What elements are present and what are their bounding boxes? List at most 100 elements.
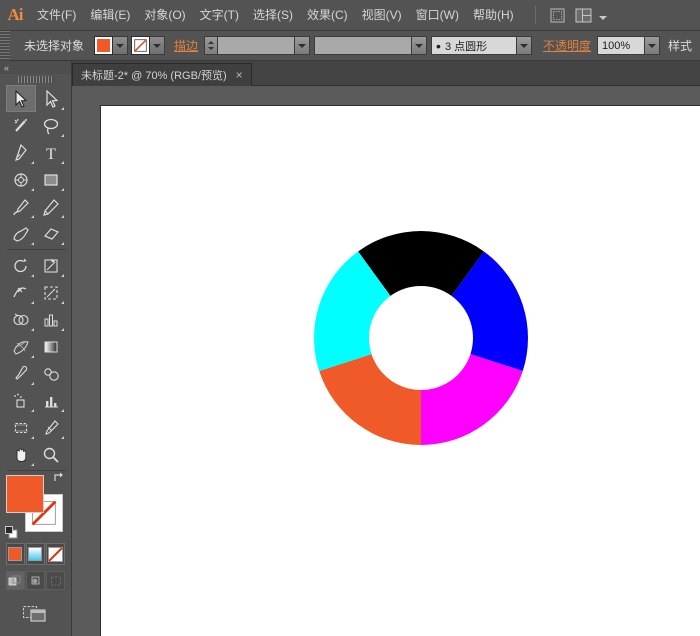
tool-group-indicator — [60, 328, 64, 331]
menu-effect[interactable]: 效果(C) — [300, 0, 355, 31]
canvas-area[interactable] — [72, 86, 700, 636]
menu-object[interactable]: 对象(O) — [137, 0, 192, 31]
slice-tool[interactable] — [36, 414, 66, 441]
tool-group-indicator — [60, 436, 64, 439]
blend-tool[interactable] — [36, 360, 66, 387]
stroke-control[interactable] — [131, 36, 166, 55]
menu-type[interactable]: 文字(T) — [193, 0, 246, 31]
workspace-switcher-icon[interactable] — [573, 5, 595, 25]
shape-builder-tool[interactable] — [6, 306, 36, 333]
eraser-tool[interactable] — [36, 220, 66, 247]
brush-definition-input[interactable] — [314, 36, 413, 55]
line-segment-tool[interactable] — [6, 166, 36, 193]
document-tab[interactable]: 未标题-2* @ 70% (RGB/预览) × — [72, 63, 252, 86]
caret-down-icon — [208, 47, 215, 51]
width-tool[interactable] — [6, 279, 36, 306]
tools-panel-collapse-button[interactable]: « — [0, 61, 71, 74]
magic-wand-tool[interactable] — [6, 112, 36, 139]
pen-tool[interactable] — [6, 139, 36, 166]
default-fill-stroke-icon[interactable] — [4, 526, 18, 539]
stroke-weight-stepper[interactable] — [204, 36, 218, 55]
tool-group-indicator — [30, 382, 34, 385]
chevron-down-icon[interactable] — [598, 15, 607, 20]
artboard-tool[interactable] — [6, 414, 36, 441]
direct-selection-tool[interactable] — [36, 85, 66, 112]
stroke-dropdown-button[interactable] — [150, 36, 166, 55]
tools-panel-grip[interactable] — [0, 74, 71, 85]
menu-file[interactable]: 文件(F) — [30, 0, 83, 31]
color-mode-none[interactable] — [46, 543, 66, 565]
width-profile-input[interactable]: • 3 点圆形 — [431, 36, 518, 55]
menu-view[interactable]: 视图(V) — [355, 0, 409, 31]
tool-group-indicator — [60, 161, 64, 164]
selection-tool[interactable] — [5, 85, 36, 112]
bridge-icon[interactable] — [547, 5, 569, 25]
illustrator-window: Ai 文件(F) 编辑(E) 对象(O) 文字(T) 选择(S) 效果(C) 视… — [0, 0, 700, 636]
no-color-icon — [134, 39, 147, 52]
chevron-down-icon — [116, 43, 125, 48]
rotate-tool[interactable] — [6, 252, 36, 279]
tools-grid-transform — [6, 252, 66, 468]
fill-swatch[interactable] — [94, 36, 114, 55]
column-graph-tool[interactable] — [36, 306, 66, 333]
stroke-weight-input[interactable] — [217, 36, 296, 55]
stroke-panel-link[interactable]: 描边 — [168, 37, 204, 54]
color-mode-gradient[interactable] — [25, 543, 46, 565]
artboard[interactable] — [100, 105, 700, 636]
paintbrush-tool[interactable] — [6, 193, 36, 220]
fill-dropdown-button[interactable] — [113, 36, 129, 55]
tool-group-indicator — [30, 161, 34, 164]
symbol-sprayer-tool[interactable] — [6, 387, 36, 414]
draw-inside-mode[interactable] — [46, 571, 66, 590]
blob-brush-tool[interactable] — [6, 220, 36, 247]
screen-mode-button[interactable] — [6, 600, 66, 626]
draw-normal-mode[interactable] — [5, 571, 25, 590]
eyedropper-tool[interactable] — [6, 360, 36, 387]
selection-status-label: 未选择对象 — [24, 39, 85, 53]
rectangle-tool[interactable] — [36, 166, 66, 193]
menu-select[interactable]: 选择(S) — [246, 0, 300, 31]
brush-control[interactable] — [314, 36, 428, 55]
graph-tool[interactable] — [36, 387, 66, 414]
style-label[interactable]: 样式 — [660, 37, 692, 54]
scale-tool[interactable] — [36, 252, 66, 279]
control-bar-grip[interactable] — [0, 30, 10, 61]
menu-help[interactable]: 帮助(H) — [466, 0, 521, 31]
opacity-input[interactable]: 100% — [597, 36, 646, 55]
swap-fill-stroke-icon[interactable] — [52, 471, 66, 485]
free-transform-tool[interactable] — [36, 279, 66, 306]
donut-chart[interactable] — [314, 231, 528, 445]
gradient-tool[interactable] — [36, 333, 66, 360]
donut-segment-洋红[interactable] — [421, 354, 523, 445]
menu-edit[interactable]: 编辑(E) — [83, 0, 137, 31]
hand-tool[interactable] — [6, 441, 36, 468]
stroke-swatch[interactable] — [131, 36, 151, 55]
lasso-tool[interactable] — [36, 112, 66, 139]
app-logo: Ai — [7, 5, 24, 24]
type-tool[interactable]: T — [36, 139, 66, 166]
opacity-dropdown[interactable] — [645, 36, 661, 55]
donut-segment-橙色[interactable] — [319, 354, 421, 445]
color-mode-color[interactable] — [5, 543, 25, 565]
pencil-tool[interactable] — [36, 193, 66, 220]
grip-lines-icon — [17, 76, 54, 83]
width-profile-dropdown[interactable] — [517, 36, 533, 55]
width-profile-value: 3 点圆形 — [444, 40, 488, 53]
tools-fill-swatch[interactable] — [5, 475, 44, 513]
width-profile-control[interactable]: • 3 点圆形 — [431, 36, 533, 55]
opacity-control[interactable]: 100% — [597, 36, 661, 55]
fill-control[interactable] — [94, 36, 129, 55]
zoom-tool[interactable] — [36, 441, 66, 468]
tools-divider — [6, 249, 65, 250]
stroke-weight-control[interactable] — [204, 36, 311, 55]
tool-group-indicator — [60, 188, 64, 191]
brush-dropdown[interactable] — [412, 36, 428, 55]
stroke-weight-dropdown[interactable] — [295, 36, 311, 55]
close-icon[interactable]: × — [236, 69, 243, 81]
tool-group-indicator — [30, 242, 34, 245]
opacity-panel-link[interactable]: 不透明度 — [537, 37, 597, 54]
tools-grid-primary: T — [5, 85, 66, 247]
draw-behind-mode[interactable] — [25, 571, 46, 590]
mesh-tool[interactable] — [6, 333, 36, 360]
menu-window[interactable]: 窗口(W) — [409, 0, 466, 31]
